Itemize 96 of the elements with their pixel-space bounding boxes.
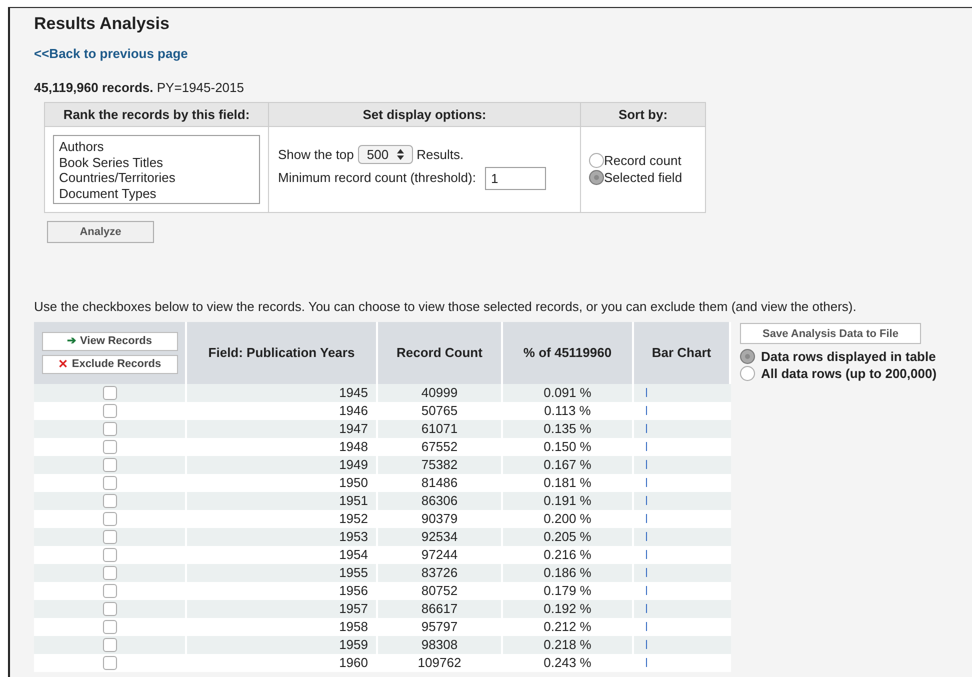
year-cell-text: 1952 [339,510,368,528]
count-cell-text: 80752 [421,582,458,600]
count-cell-text: 95797 [421,618,458,636]
year-cell-text: 1950 [339,474,368,492]
row-checkbox[interactable] [102,620,116,634]
count-cell-text: 61071 [421,420,458,438]
count-cell-text: 81486 [421,474,458,492]
caret-icon [396,149,404,160]
radio-label: All data rows (up to 200,000) [761,365,937,382]
row-checkbox[interactable] [102,440,116,454]
count-cell-text: 90379 [421,510,458,528]
year-cell-text: 1945 [339,384,368,402]
year-cell-text: 1957 [339,600,368,618]
radio-button[interactable] [589,170,604,185]
year-cell-text: 1954 [339,546,368,564]
column-header: Sort by: [581,103,705,127]
radio-button[interactable] [740,366,755,382]
count-cell-text: 97244 [421,546,458,564]
percent-cell-text: 0.150 % [544,438,592,456]
back-link[interactable]: <<Back to previous page [34,46,188,60]
count-cell-text: 109762 [418,654,462,672]
row-checkbox[interactable] [102,386,116,400]
count-cell-text: 67552 [421,438,458,456]
row-checkbox[interactable] [102,584,116,598]
percent-cell-text: 0.167 % [544,456,592,474]
radio-label: Record count [604,152,682,169]
row-checkbox[interactable] [102,422,116,436]
percent-cell-text: 0.192 % [544,600,592,618]
percent-cell-text: 0.212 % [544,618,592,636]
instructions-text: Use the checkboxes below to view the records. You can choose to view those selected records, or you can exclude them (and view the others). [34,298,858,316]
arrow-icon: ➔ [67,332,76,350]
column-header: Rank the records by this field: [45,103,268,127]
row-checkbox[interactable] [102,656,116,670]
percent-cell-text: 0.135 % [544,420,592,438]
field-list[interactable]: Authors Book Series Titles Countries/Territories Document Types [53,135,260,204]
radio-button[interactable] [589,153,604,168]
close-icon: ✕ [58,355,68,373]
radio-label: Selected field [604,169,682,186]
year-cell-text: 1960 [339,654,368,672]
percent-cell-text: 0.243 % [544,654,592,672]
list-option[interactable]: Document Types [59,186,254,201]
column-header: Set display options: [269,103,580,127]
percent-cell-text: 0.191 % [544,492,592,510]
percent-cell-text: 0.181 % [544,474,592,492]
row-checkbox[interactable] [102,566,116,580]
percent-cell-text: 0.186 % [544,564,592,582]
radio-button[interactable] [740,349,755,364]
year-cell-text: 1956 [339,582,368,600]
percent-cell-text: 0.218 % [544,636,592,654]
threshold-field[interactable]: 1 [484,166,546,190]
option-label: Minimum record count (threshold): [278,169,476,188]
count-cell-text: 75382 [421,456,458,474]
row-checkbox[interactable] [102,602,116,616]
page-title: Results Analysis [34,13,170,35]
option-label: Show the top [278,146,354,164]
list-option[interactable]: Authors [59,139,254,154]
row-checkbox[interactable] [102,404,116,418]
percent-cell-text: 0.216 % [544,546,592,564]
year-cell-text: 1951 [339,492,368,510]
count-cell-text: 86306 [421,492,458,510]
year-cell-text: 1958 [339,618,368,636]
row-checkbox[interactable] [102,494,116,508]
year-cell-text: 1946 [339,402,368,420]
count-cell-text: 50765 [421,402,458,420]
year-cell-text: 1953 [339,528,368,546]
percent-cell-text: 0.091 % [544,384,592,402]
count-cell-text: 98308 [421,636,458,654]
year-cell-text: 1949 [339,456,368,474]
radio-label: Data rows displayed in table [761,348,936,366]
row-checkbox[interactable] [102,458,116,472]
year-cell-text: 1948 [339,438,368,456]
count-cell-text: 40999 [421,384,458,402]
count-cell-text: 86617 [421,600,458,618]
list-option[interactable]: Book Series Titles [59,154,254,170]
row-checkbox[interactable] [102,512,116,526]
year-cell-text: 1959 [339,636,368,654]
count-cell-text: 83726 [421,564,458,582]
view-records-button[interactable]: ➔ View Records [42,332,178,350]
count-cell-text: 92534 [421,528,458,546]
percent-cell-text: 0.205 % [544,528,592,546]
percent-cell-text: 0.200 % [544,510,592,528]
percent-cell-text: 0.179 % [544,582,592,600]
row-checkbox[interactable] [102,638,116,652]
row-checkbox[interactable] [102,476,116,490]
analyze-button[interactable]: Analyze [47,221,154,243]
records-summary: 45,119,960 records. PY=1945-2015 [34,78,245,96]
save-data-button[interactable]: Save Analysis Data to File [740,323,921,344]
list-option[interactable]: Countries/Territories [59,170,254,186]
exclude-records-button[interactable]: ✕ Exclude Records [42,354,178,374]
row-checkbox[interactable] [102,548,116,562]
year-cell-text: 1947 [339,420,368,438]
option-label: Results. [416,146,464,164]
top-count-select[interactable]: 500 [358,145,413,164]
row-checkbox[interactable] [102,530,116,544]
percent-cell-text: 0.113 % [544,402,591,420]
year-cell-text: 1955 [339,564,368,582]
